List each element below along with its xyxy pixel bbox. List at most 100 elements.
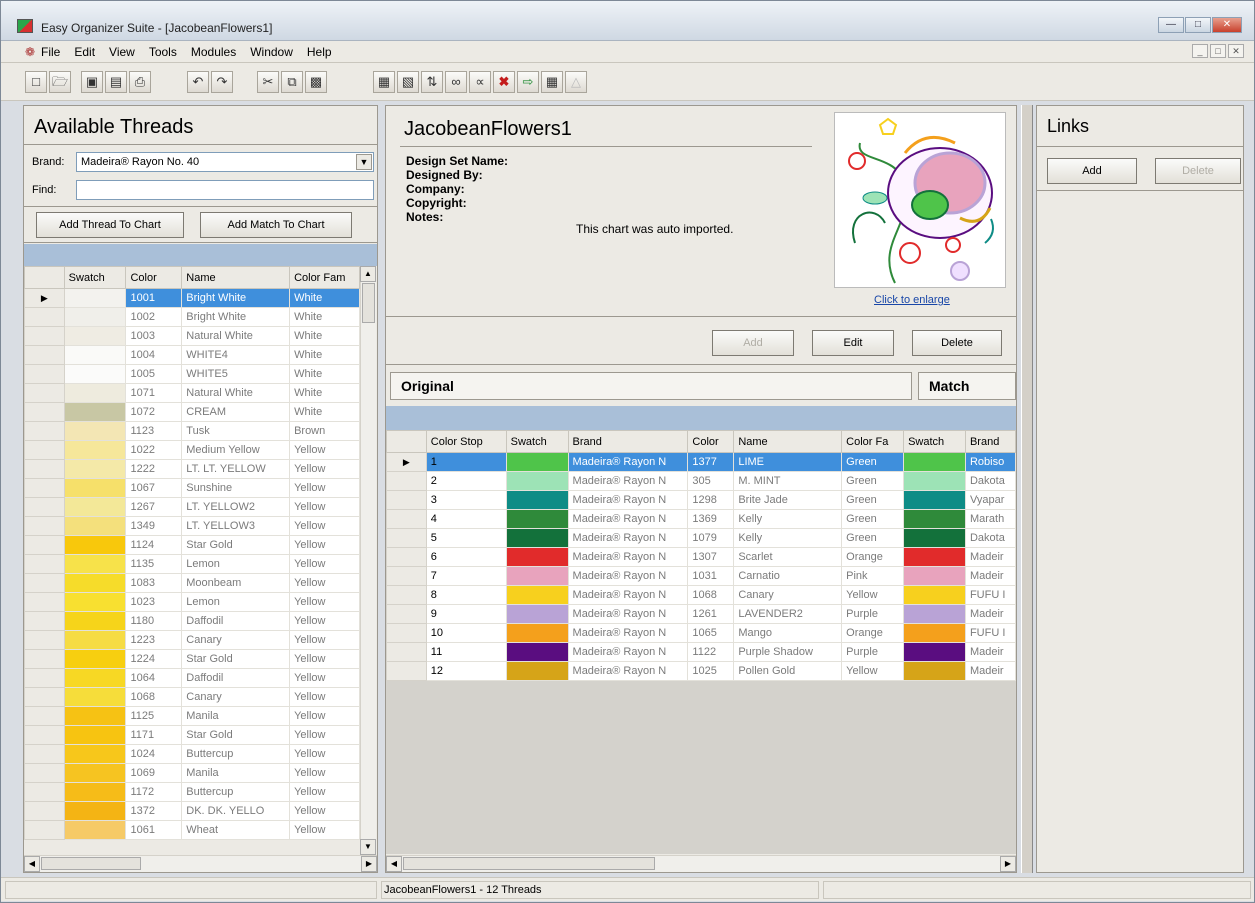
unlink-icon[interactable]: ∝ <box>469 71 491 93</box>
row-header[interactable] <box>24 801 65 821</box>
row-header[interactable] <box>24 459 65 479</box>
maximize-icon[interactable]: □ <box>1185 17 1211 33</box>
table-row[interactable]: 1171 Star Gold Yellow <box>24 725 360 745</box>
delete-button[interactable]: Delete <box>912 330 1002 356</box>
new-file-icon[interactable]: □ <box>25 71 47 93</box>
col-match-brand[interactable]: Brand <box>964 430 1017 453</box>
minimize-icon[interactable]: — <box>1158 17 1184 33</box>
table-row[interactable]: 1071 Natural White White <box>24 383 360 403</box>
col-swatch[interactable]: Swatch <box>63 266 127 289</box>
row-header[interactable] <box>24 611 65 631</box>
row-header[interactable] <box>24 820 65 840</box>
table-row[interactable]: 1372 DK. DK. YELLO Yellow <box>24 801 360 821</box>
menu-edit[interactable]: Edit <box>74 45 95 59</box>
find-input[interactable] <box>76 180 374 200</box>
threads-vscroll[interactable]: ▲ ▼ <box>360 266 376 855</box>
col-color-family[interactable]: Color Fa <box>841 430 905 453</box>
row-header[interactable] <box>24 782 65 802</box>
table-row[interactable]: 1083 Moonbeam Yellow <box>24 573 360 593</box>
table-row[interactable]: 1223 Canary Yellow <box>24 630 360 650</box>
scroll-thumb[interactable] <box>362 283 375 323</box>
menu-help[interactable]: Help <box>307 45 332 59</box>
add-thread-to-chart-button[interactable]: Add Thread To Chart <box>36 212 184 238</box>
row-header[interactable] <box>24 383 65 403</box>
table-row[interactable]: 1004 WHITE4 White <box>24 345 360 365</box>
add-match-to-chart-button[interactable]: Add Match To Chart <box>200 212 352 238</box>
table-row[interactable]: 1124 Star Gold Yellow <box>24 535 360 555</box>
table-row[interactable]: 1002 Bright White White <box>24 307 360 327</box>
row-header[interactable] <box>24 421 65 441</box>
table-row[interactable]: 2 Madeira® Rayon N 305 M. MINT Green Dakota <box>386 471 1017 491</box>
row-header[interactable] <box>24 725 65 745</box>
cut-icon[interactable]: ✂ <box>257 71 279 93</box>
row-header[interactable] <box>386 547 427 567</box>
table-row[interactable]: 7 Madeira® Rayon N 1031 Carnatio Pink Madeir <box>386 566 1017 586</box>
row-header[interactable] <box>24 630 65 650</box>
row-header[interactable] <box>386 604 427 624</box>
close-icon[interactable]: ✕ <box>1212 17 1242 33</box>
table-icon[interactable]: ▦ <box>541 71 563 93</box>
col-swatch[interactable]: Swatch <box>505 430 569 453</box>
table-row[interactable]: 1068 Canary Yellow <box>24 687 360 707</box>
scroll-down-icon[interactable]: ▼ <box>360 839 376 855</box>
table-row[interactable]: ▶ 1 Madeira® Rayon N 1377 LIME Green Robiso <box>386 452 1017 472</box>
edit-button[interactable]: Edit <box>812 330 894 356</box>
menu-modules[interactable]: Modules <box>191 45 236 59</box>
col-color[interactable]: Color <box>687 430 735 453</box>
row-header[interactable] <box>386 642 427 662</box>
menu-tools[interactable]: Tools <box>149 45 177 59</box>
row-header[interactable]: ▶ <box>24 288 65 308</box>
col-name[interactable]: Name <box>181 266 291 289</box>
row-header[interactable] <box>24 364 65 384</box>
row-header[interactable] <box>24 478 65 498</box>
grid-view-icon[interactable]: ▧ <box>397 71 419 93</box>
row-header[interactable] <box>24 345 65 365</box>
table-row[interactable]: 1125 Manila Yellow <box>24 706 360 726</box>
row-header[interactable] <box>24 668 65 688</box>
table-row[interactable]: 1061 Wheat Yellow <box>24 820 360 840</box>
table-row[interactable]: 9 Madeira® Rayon N 1261 LAVENDER2 Purple Made… <box>386 604 1017 624</box>
col-match-swatch[interactable]: Swatch <box>903 430 966 453</box>
table-row[interactable]: 1267 LT. YELLOW2 Yellow <box>24 497 360 517</box>
threads-hscroll[interactable]: ◀ ▶ <box>24 855 377 872</box>
col-color-stop[interactable]: Color Stop <box>425 430 507 453</box>
row-header[interactable] <box>24 497 65 517</box>
warning-icon[interactable]: △ <box>565 71 587 93</box>
menu-window[interactable]: Window <box>250 45 293 59</box>
row-header[interactable] <box>24 649 65 669</box>
save-icon[interactable]: ▣ <box>81 71 103 93</box>
mdi-minimize-icon[interactable]: _ <box>1192 44 1208 58</box>
copy-icon[interactable]: ⧉ <box>281 71 303 93</box>
row-header[interactable] <box>24 687 65 707</box>
mdi-restore-icon[interactable]: □ <box>1210 44 1226 58</box>
row-header[interactable] <box>386 566 427 586</box>
hscroll-thumb[interactable] <box>41 857 141 870</box>
row-header[interactable] <box>24 307 65 327</box>
undo-icon[interactable]: ↶ <box>187 71 209 93</box>
row-header[interactable] <box>24 554 65 574</box>
links-delete-button[interactable]: Delete <box>1155 158 1241 184</box>
chart-properties-icon[interactable]: ▦ <box>373 71 395 93</box>
row-header[interactable] <box>24 440 65 460</box>
table-row[interactable]: ▶ 1001 Bright White White <box>24 288 360 308</box>
row-header[interactable] <box>24 535 65 555</box>
row-header[interactable]: ▶ <box>386 452 427 472</box>
menu-file[interactable]: File <box>41 45 60 59</box>
paste-icon[interactable]: ▩ <box>305 71 327 93</box>
table-row[interactable]: 11 Madeira® Rayon N 1122 Purple Shadow Purpl… <box>386 642 1017 662</box>
table-row[interactable]: 1003 Natural White White <box>24 326 360 346</box>
table-row[interactable]: 1072 CREAM White <box>24 402 360 422</box>
table-row[interactable]: 1224 Star Gold Yellow <box>24 649 360 669</box>
table-row[interactable]: 1180 Daffodil Yellow <box>24 611 360 631</box>
col-name[interactable]: Name <box>733 430 843 453</box>
design-thumbnail[interactable] <box>834 112 1006 288</box>
table-row[interactable]: 3 Madeira® Rayon N 1298 Brite Jade Green Vyap… <box>386 490 1017 510</box>
row-header[interactable] <box>386 471 427 491</box>
links-add-button[interactable]: Add <box>1047 158 1137 184</box>
row-header[interactable] <box>24 763 65 783</box>
splitter[interactable] <box>1021 105 1033 873</box>
chevron-down-icon[interactable]: ▼ <box>356 154 372 170</box>
table-row[interactable]: 4 Madeira® Rayon N 1369 Kelly Green Marath <box>386 509 1017 529</box>
sort-icon[interactable]: ⇅ <box>421 71 443 93</box>
mdi-close-icon[interactable]: ✕ <box>1228 44 1244 58</box>
